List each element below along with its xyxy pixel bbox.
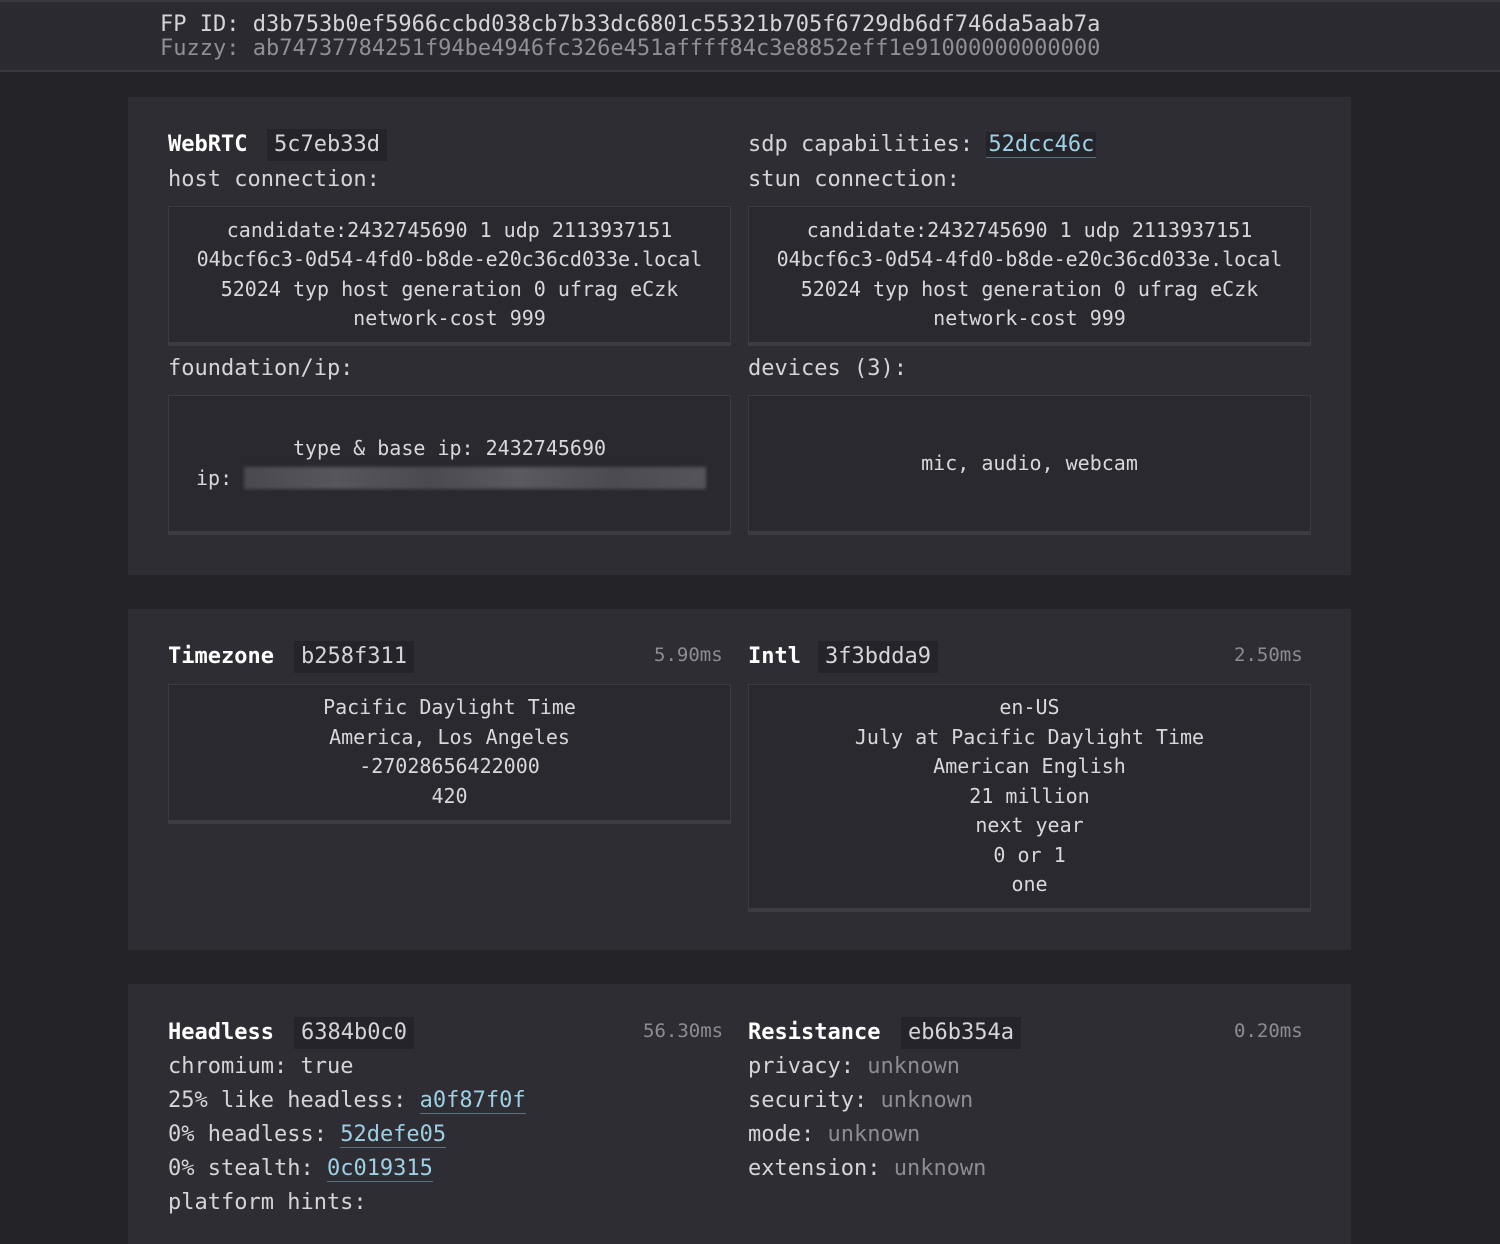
redacted-ip: [244, 467, 707, 490]
privacy-row: privacy: unknown: [748, 1052, 960, 1082]
headless-label: 0% headless:: [168, 1122, 327, 1147]
stun-connection-box: candidate:2432745690 1 udp 2113937151 04…: [748, 206, 1311, 346]
host-line: network-cost 999: [353, 306, 546, 330]
privacy-label: privacy:: [748, 1054, 854, 1079]
host-connection-box: candidate:2432745690 1 udp 2113937151 04…: [168, 206, 731, 346]
host-line: candidate:2432745690 1 udp 2113937151: [226, 217, 673, 242]
stealth-row: 0% stealth: 0c019315: [168, 1154, 433, 1184]
webrtc-panel: WebRTC 5c7eb33d sdp capabilities: 52dcc4…: [128, 97, 1351, 575]
security-value: unknown: [880, 1088, 974, 1113]
timezone-line: -27028656422000: [359, 754, 540, 778]
sdp-label: sdp capabilities:: [748, 132, 974, 157]
intl-line: one: [1011, 872, 1048, 896]
sdp-capabilities: sdp capabilities: 52dcc46c: [748, 130, 1097, 160]
chromium-row: chromium: true: [168, 1052, 353, 1082]
intl-line: next year: [975, 813, 1084, 837]
devices-label: devices (3):: [748, 356, 907, 381]
headless-row: 0% headless: 52defe05: [168, 1120, 447, 1150]
foundation-line: type & base ip: 2432745690: [292, 436, 607, 460]
intl-hash: 3f3bdda9: [818, 641, 938, 673]
host-connection-label: host connection:: [168, 167, 380, 192]
fuzzy-id: Fuzzy: ab74737784251f94be4946fc326e451af…: [160, 36, 1101, 61]
ip-label: ip:: [196, 465, 233, 490]
intl-title: Intl: [748, 644, 801, 669]
security-row: security: unknown: [748, 1086, 973, 1116]
host-line: 04bcf6c3-0d54-4fd0-b8de-e20c36cd033e.loc…: [196, 247, 703, 271]
timezone-line: 420: [431, 783, 468, 808]
intl-timing: 2.50ms: [1234, 644, 1303, 666]
intl-line: American English: [933, 754, 1126, 778]
stun-connection-label: stun connection:: [748, 167, 960, 192]
timezone-title: Timezone: [168, 644, 274, 669]
mode-row: mode: unknown: [748, 1120, 920, 1150]
stealth-hash-link[interactable]: 0c019315: [326, 1156, 433, 1182]
timezone-hash: b258f311: [294, 641, 414, 673]
extension-row: extension: unknown: [748, 1154, 986, 1184]
foundation-ip-label: foundation/ip:: [168, 356, 354, 381]
resistance-title: Resistance: [748, 1020, 881, 1045]
chromium-value: true: [300, 1054, 354, 1079]
webrtc-title: WebRTC: [168, 132, 248, 157]
timezone-intl-panel: Timezone b258f311 5.90ms Intl 3f3bdda9 2…: [128, 609, 1351, 950]
platform-hints-label: platform hints:: [168, 1190, 367, 1215]
extension-value: unknown: [893, 1156, 987, 1181]
resistance-timing: 0.20ms: [1234, 1020, 1303, 1042]
timezone-line: Pacific Daylight Time: [323, 695, 576, 719]
privacy-value: unknown: [867, 1054, 960, 1079]
resistance-hash: eb6b354a: [901, 1017, 1021, 1049]
host-line: 52024 typ host generation 0 ufrag eCzk: [220, 276, 679, 301]
intl-line: en-US: [999, 695, 1060, 719]
fp-id: FP ID: d3b753b0ef5966ccbd038cb7b33dc6801…: [160, 12, 1101, 37]
headless-timing: 56.30ms: [643, 1020, 724, 1042]
intl-line: 0 or 1: [993, 842, 1066, 867]
stun-line: candidate:2432745690 1 udp 2113937151: [806, 217, 1253, 242]
headless-hash: 6384b0c0: [294, 1017, 414, 1049]
headless-resistance-panel: Headless 6384b0c0 56.30ms chromium: true…: [128, 984, 1351, 1244]
devices-box: mic, audio, webcam: [748, 395, 1311, 535]
stun-line: network-cost 999: [933, 306, 1126, 330]
like-headless-row: 25% like headless: a0f87f0f: [168, 1086, 526, 1116]
stealth-label: 0% stealth:: [168, 1156, 314, 1181]
like-headless-hash-link[interactable]: a0f87f0f: [419, 1088, 526, 1114]
ip-line: ip:: [196, 464, 707, 494]
timezone-box: Pacific Daylight Time America, Los Angel…: [168, 684, 731, 824]
fingerprint-header: FP ID: d3b753b0ef5966ccbd038cb7b33dc6801…: [0, 0, 1500, 72]
mode-label: mode:: [748, 1122, 815, 1147]
foundation-ip-box: type & base ip: 2432745690 ip:: [168, 395, 731, 535]
devices-value: mic, audio, webcam: [921, 450, 1138, 475]
extension-label: extension:: [748, 1156, 881, 1181]
intl-line: July at Pacific Daylight Time: [854, 724, 1205, 749]
intl-line: 21 million: [969, 783, 1090, 808]
timezone-line: America, Los Angeles: [329, 724, 570, 749]
sdp-hash-link[interactable]: 52dcc46c: [986, 132, 1097, 158]
headless-title: Headless: [168, 1020, 274, 1045]
like-headless-label: 25% like headless:: [168, 1088, 407, 1113]
intl-box: en-US July at Pacific Daylight Time Amer…: [748, 684, 1311, 912]
chromium-label: chromium:: [168, 1054, 288, 1079]
stun-line: 04bcf6c3-0d54-4fd0-b8de-e20c36cd033e.loc…: [776, 247, 1283, 271]
timezone-timing: 5.90ms: [654, 644, 723, 666]
mode-value: unknown: [827, 1122, 921, 1147]
headless-hash-link[interactable]: 52defe05: [340, 1122, 447, 1148]
stun-line: 52024 typ host generation 0 ufrag eCzk: [800, 276, 1259, 301]
security-label: security:: [748, 1088, 868, 1113]
webrtc-hash: 5c7eb33d: [267, 129, 387, 161]
